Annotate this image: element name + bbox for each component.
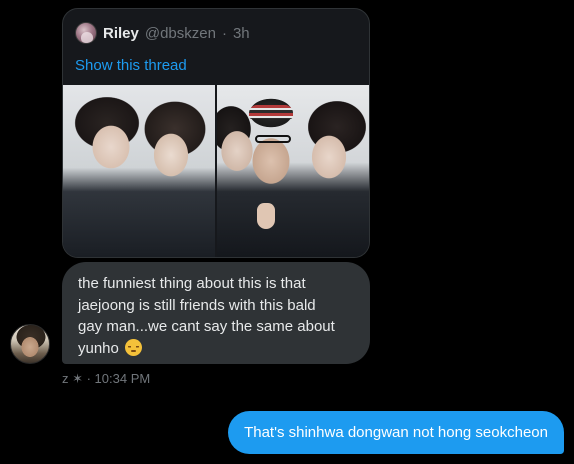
quoted-tweet-card[interactable]: Riley @dbskzen · 3h Show this thread — [62, 8, 370, 258]
message-line: the funniest thing about this is that — [78, 275, 306, 292]
photo-detail-glasses — [255, 135, 291, 143]
tweet-photo-1[interactable] — [63, 85, 215, 257]
pensive-face-emoji-icon — [125, 338, 143, 356]
show-thread-link[interactable]: Show this thread — [75, 57, 187, 74]
message-line-last: yunho — [78, 338, 354, 360]
quoted-author-handle: @dbskzen — [144, 24, 216, 42]
received-message-bubble[interactable]: the funniest thing about this is that ja… — [62, 262, 370, 364]
message-meta: z ✶ · 10:34 PM — [62, 371, 151, 386]
tweet-photo-2[interactable] — [217, 85, 369, 257]
quoted-tweet-time[interactable]: 3h — [233, 25, 250, 42]
quoted-tweet-header: Riley @dbskzen · 3h — [75, 21, 250, 45]
quoted-author-avatar[interactable] — [75, 22, 97, 44]
quoted-author-name[interactable]: Riley — [103, 25, 139, 42]
tweet-media-grid — [63, 85, 369, 257]
photo-detail-hand — [257, 203, 275, 229]
message-line: yunho — [78, 339, 119, 357]
header-separator: · — [221, 24, 227, 42]
message-line: jaejoong is still friends with this bald — [78, 296, 316, 314]
sender-avatar[interactable] — [10, 324, 50, 364]
sent-message-bubble[interactable]: That's shinhwa dongwan not hong seokcheo… — [228, 411, 564, 454]
message-line: gay man...we cant say the same about — [78, 318, 335, 335]
photo-detail-cap — [249, 105, 293, 119]
